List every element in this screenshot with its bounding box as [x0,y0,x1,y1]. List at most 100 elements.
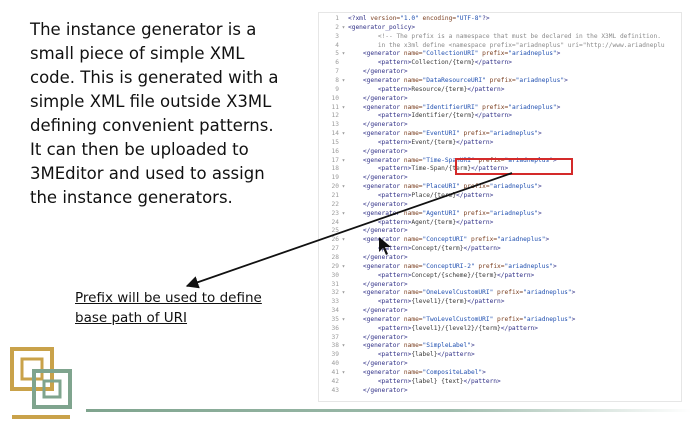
code-token: <pattern> [377,85,412,93]
code-token: <pattern> [377,298,412,306]
fold-toggle-icon[interactable]: ▾ [339,289,348,298]
line-number: 14 [331,130,339,138]
code-token: {label} {text} [411,377,464,385]
line-number: 6 [335,59,339,67]
code-line: 38 ▾ <generator name="SimpleLabel"> [319,342,681,351]
code-token: Concept/{term} [411,245,464,253]
code-line: 25 </generator> [319,227,681,236]
fold-toggle-icon[interactable]: ▾ [339,210,348,219]
code-token: </generator> [362,94,408,102]
body-line: defining convenient patterns. [30,116,274,135]
line-number: 9 [335,85,339,93]
code-token: Concept/{scheme}/{term} [411,271,498,279]
code-token: <pattern> [377,112,412,120]
xml-code-editor[interactable]: 1 <?xml version="1.0" encoding="UTF-8"?>… [318,12,682,402]
code-token: </generator> [362,386,408,394]
fold-toggle-icon[interactable]: ▾ [339,50,348,59]
body-line: It can then be uploaded to [30,140,249,159]
code-token: name= [403,315,423,323]
code-token: "CompositeLabel" [422,369,483,376]
code-line: 9 <pattern>Resource/{term}</pattern> [319,86,681,95]
fold-gutter [339,272,348,281]
code-token: <pattern> [377,271,412,279]
code-token: version= [370,15,401,22]
line-number: 30 [331,271,339,279]
code-token: {label} [411,351,438,359]
fold-toggle-icon[interactable]: ▾ [339,183,348,192]
line-number: 37 [331,333,339,341]
line-number: 43 [331,386,339,394]
fold-gutter [339,254,348,263]
code-token: <pattern> [377,324,412,332]
code-line: 37 </generator> [319,334,681,343]
code-token: <generator [362,289,404,297]
code-token: "ariadneplus" [497,236,546,244]
line-number: 24 [331,218,339,226]
code-line: 26 ▾ <generator name="ConceptURI" prefix=… [319,236,681,245]
code-line: 30 <pattern>Concept/{scheme}/{term}</pat… [319,272,681,281]
code-token: name= [403,76,423,84]
code-token: </pattern> [474,112,512,120]
line-number: 18 [331,165,339,173]
code-token: <?xml [348,15,371,22]
code-line: 24 <pattern>Agent/{term}</pattern> [319,219,681,228]
code-line: 31 </generator> [319,281,681,290]
code-token: </pattern> [456,218,494,226]
line-number: 29 [331,262,339,270]
line-number: 2 [335,23,339,31]
body-line: code. This is generated with a [30,68,279,87]
code-line: 28 </generator> [319,254,681,263]
code-token: </generator> [362,307,408,315]
fold-toggle-icon[interactable]: ▾ [339,316,348,325]
code-token: <generator [362,156,404,164]
code-token: > [571,289,576,297]
code-token: </generator> [362,360,408,368]
code-token: name= [403,156,423,164]
code-token: <generator [362,369,404,376]
code-line: 16 </generator> [319,148,681,157]
code-token: name= [403,130,423,138]
code-token: "DataResourceURI" [422,76,490,84]
code-token: Event/{term} [411,138,457,146]
code-token: > [470,342,475,350]
line-number: 16 [331,147,339,155]
code-token: "ConceptURI-2" [422,262,479,270]
line-number: 39 [331,351,339,359]
line-number: 31 [331,280,339,288]
line-number: 40 [331,360,339,368]
fold-gutter [339,68,348,77]
code-line: 39 <pattern>{label}</pattern> [319,351,681,360]
fold-toggle-icon[interactable]: ▾ [339,342,348,351]
code-token: prefix= [470,236,498,244]
body-line: small piece of simple XML [30,44,245,63]
code-token: prefix= [489,76,516,84]
code-token: prefix= [463,130,490,138]
fold-toggle-icon[interactable]: ▾ [339,24,348,33]
line-number: 35 [331,315,339,323]
fold-gutter [339,360,348,369]
fold-toggle-icon[interactable]: ▾ [339,130,348,139]
code-token: <generator [362,50,404,58]
fold-toggle-icon[interactable]: ▾ [339,157,348,166]
fold-toggle-icon[interactable]: ▾ [339,369,348,378]
fold-toggle-icon[interactable]: ▾ [339,104,348,113]
fold-toggle-icon[interactable]: ▾ [339,263,348,272]
body-line: 3MEditor and used to assign [30,164,265,183]
code-line: 22 </generator> [319,201,681,210]
fold-toggle-icon[interactable]: ▾ [339,236,348,245]
code-token: <pattern> [377,351,412,359]
code-token: "ConceptURI" [422,236,471,244]
code-line: 8 ▾ <generator name="DataResourceURI" pre… [319,77,681,86]
code-line: 41 ▾ <generator name="CompositeLabel"> [319,369,681,378]
fold-toggle-icon[interactable]: ▾ [339,77,348,86]
code-token: > [571,315,576,323]
code-token: <generator [362,209,404,217]
line-number: 38 [331,342,339,350]
fold-gutter [339,227,348,236]
line-number: 21 [331,192,339,199]
code-token: "IdentifierURI" [422,103,483,111]
code-token: "OneLevelCustomURI" [422,289,498,297]
code-token: > [556,50,561,58]
code-token: "1.0" [400,15,423,22]
fold-gutter [339,334,348,343]
